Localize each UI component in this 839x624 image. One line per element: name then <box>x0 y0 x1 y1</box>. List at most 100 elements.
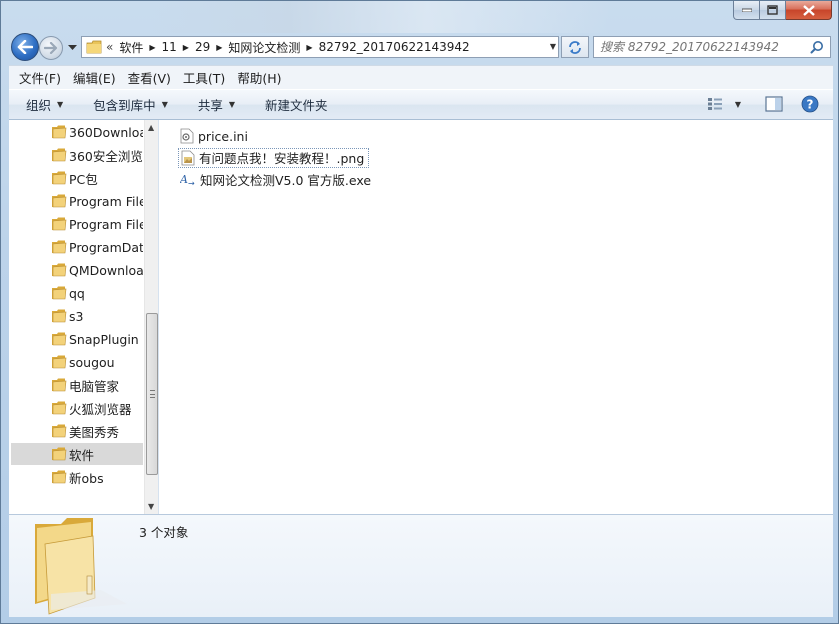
details-pane: 3 个对象 <box>9 514 833 617</box>
share-button[interactable]: 共享 ▼ <box>198 95 235 114</box>
tree-item-label: sougou <box>69 354 115 370</box>
tree-item[interactable]: 360Download <box>11 121 143 143</box>
folder-icon <box>86 40 102 54</box>
image-file-icon <box>181 150 195 165</box>
address-dropdown-icon[interactable]: ▼ <box>550 42 556 51</box>
tree-item-label: 电脑管家 <box>69 378 120 394</box>
tree-item[interactable]: SnapPlugin <box>11 328 143 350</box>
scroll-thumb[interactable] <box>146 313 158 475</box>
tree-item[interactable]: PC包 <box>11 167 143 189</box>
grip-icon <box>150 390 155 398</box>
tree-item-label: 360Download <box>69 124 143 140</box>
object-count: 3 个对象 <box>139 525 189 540</box>
new-folder-button[interactable]: 新建文件夹 <box>265 95 328 114</box>
folder-icon <box>52 286 67 300</box>
folder-icon <box>52 378 67 392</box>
navigation-row: « 软件 ▶ 11 ▶ 29 ▶ 知网论文检测 ▶ 82792_20170622… <box>9 33 833 61</box>
scroll-up-icon[interactable]: ▲ <box>148 123 154 132</box>
chevron-down-icon <box>67 45 77 50</box>
back-button[interactable] <box>11 33 39 61</box>
file-list: price.ini 有问题点我！安装教程！.png A → 知网论文检测V5.0 官方版… <box>160 120 833 514</box>
scroll-down-icon[interactable]: ▼ <box>148 502 154 511</box>
dropdown-arrow-icon: ▼ <box>161 100 168 109</box>
breadcrumb-cnki-check[interactable]: 知网论文检测 <box>228 39 300 56</box>
tree-item-label: qq <box>69 285 85 301</box>
tree-item[interactable]: 火狐浏览器 <box>11 397 143 419</box>
tree-item-label: SnapPlugin <box>69 331 139 347</box>
tree-item-label: Program Files <box>69 193 143 209</box>
tree-item[interactable]: QMDownload <box>11 259 143 281</box>
refresh-button[interactable] <box>561 36 589 58</box>
search-box <box>593 36 831 58</box>
ini-file-icon <box>180 128 194 144</box>
exe-file-icon: A → <box>180 173 195 187</box>
forward-button[interactable] <box>39 36 63 60</box>
breadcrumb-separator-icon[interactable]: ▶ <box>183 43 189 52</box>
file-icon-wrapper <box>181 150 195 166</box>
tree-item[interactable]: qq <box>11 282 143 304</box>
svg-text:→: → <box>188 179 195 187</box>
breadcrumb-current-folder[interactable]: 82792_20170622143942 <box>319 40 470 54</box>
tree-item[interactable]: s3 <box>11 305 143 327</box>
file-item[interactable]: A → 知网论文检测V5.0 官方版.exe <box>178 169 375 189</box>
tree-item[interactable]: 360安全浏览器 <box>11 144 143 166</box>
dropdown-arrow-icon: ▼ <box>228 100 236 109</box>
search-input[interactable] <box>600 40 805 54</box>
folder-icon <box>52 194 67 208</box>
file-icon-wrapper <box>180 128 194 144</box>
arrow-right-icon <box>44 42 58 54</box>
menu-tools[interactable]: 工具(T) <box>177 68 231 87</box>
close-button[interactable] <box>786 1 832 20</box>
recent-pages-button[interactable] <box>66 42 78 54</box>
tree-item[interactable]: 美图秀秀 <box>11 420 143 442</box>
folder-icon <box>52 240 67 254</box>
tree-item-label: 360安全浏览器 <box>69 148 143 164</box>
tree-item[interactable]: Program Files <box>11 190 143 212</box>
file-item[interactable]: price.ini <box>178 126 252 146</box>
minimize-button[interactable] <box>733 1 760 20</box>
change-view-dropdown[interactable]: ▼ <box>735 100 741 109</box>
breadcrumb-29[interactable]: 29 <box>195 40 210 54</box>
help-button[interactable]: ? <box>801 95 819 113</box>
folder-icon <box>52 263 67 277</box>
dropdown-arrow-icon: ▼ <box>57 100 64 109</box>
navigation-pane: 360Download 360安全浏览器 PC包 Program Files Progr… <box>9 120 159 514</box>
tree-item-label: 火狐浏览器 <box>69 401 132 417</box>
breadcrumb-separator-icon[interactable]: ▶ <box>149 43 155 52</box>
include-in-library-label: 包含到库中 <box>93 98 156 113</box>
file-icon-wrapper: A → <box>180 171 196 187</box>
menu-view[interactable]: 查看(V) <box>122 68 177 87</box>
address-overflow[interactable]: « <box>106 40 113 54</box>
arrow-left-icon <box>17 40 33 54</box>
change-view-button[interactable] <box>707 97 723 111</box>
large-folder-icon <box>35 518 127 615</box>
folder-icon <box>52 424 67 438</box>
content-panes: 360Download 360安全浏览器 PC包 Program Files Progr… <box>9 120 833 514</box>
menu-file[interactable]: 文件(F) <box>13 68 67 87</box>
tree-item[interactable]: sougou <box>11 351 143 373</box>
tree-item-label: ProgramData <box>69 239 143 255</box>
menu-help[interactable]: 帮助(H) <box>231 68 287 87</box>
tree-item-label: Program Files <box>69 216 143 232</box>
navigation-scrollbar[interactable]: ▲ ▼ <box>144 120 158 514</box>
breadcrumb-11[interactable]: 11 <box>162 40 177 54</box>
tree-item[interactable]: ProgramData <box>11 236 143 258</box>
folder-icon <box>52 332 67 346</box>
breadcrumb-separator-icon[interactable]: ▶ <box>306 43 312 52</box>
preview-pane-button[interactable] <box>765 96 783 112</box>
breadcrumb-separator-icon[interactable]: ▶ <box>216 43 222 52</box>
title-bar-glass <box>151 1 611 33</box>
breadcrumb-software[interactable]: 软件 <box>119 39 143 56</box>
include-in-library-button[interactable]: 包含到库中 ▼ <box>93 95 168 114</box>
tree-item[interactable]: 电脑管家 <box>11 374 143 396</box>
address-bar[interactable]: « 软件 ▶ 11 ▶ 29 ▶ 知网论文检测 ▶ 82792_20170622… <box>81 36 559 58</box>
maximize-button[interactable] <box>760 1 786 20</box>
tree-item[interactable]: 软件 <box>11 443 143 465</box>
menu-edit[interactable]: 编辑(E) <box>67 68 122 87</box>
tree-item[interactable]: Program Files <box>11 213 143 235</box>
tree-item-label: QMDownload <box>69 262 143 278</box>
tree-item[interactable]: 新obs <box>11 466 143 488</box>
organize-button[interactable]: 组织 ▼ <box>26 95 63 114</box>
file-item[interactable]: 有问题点我！安装教程！.png <box>178 147 370 168</box>
search-icon[interactable] <box>810 40 824 54</box>
